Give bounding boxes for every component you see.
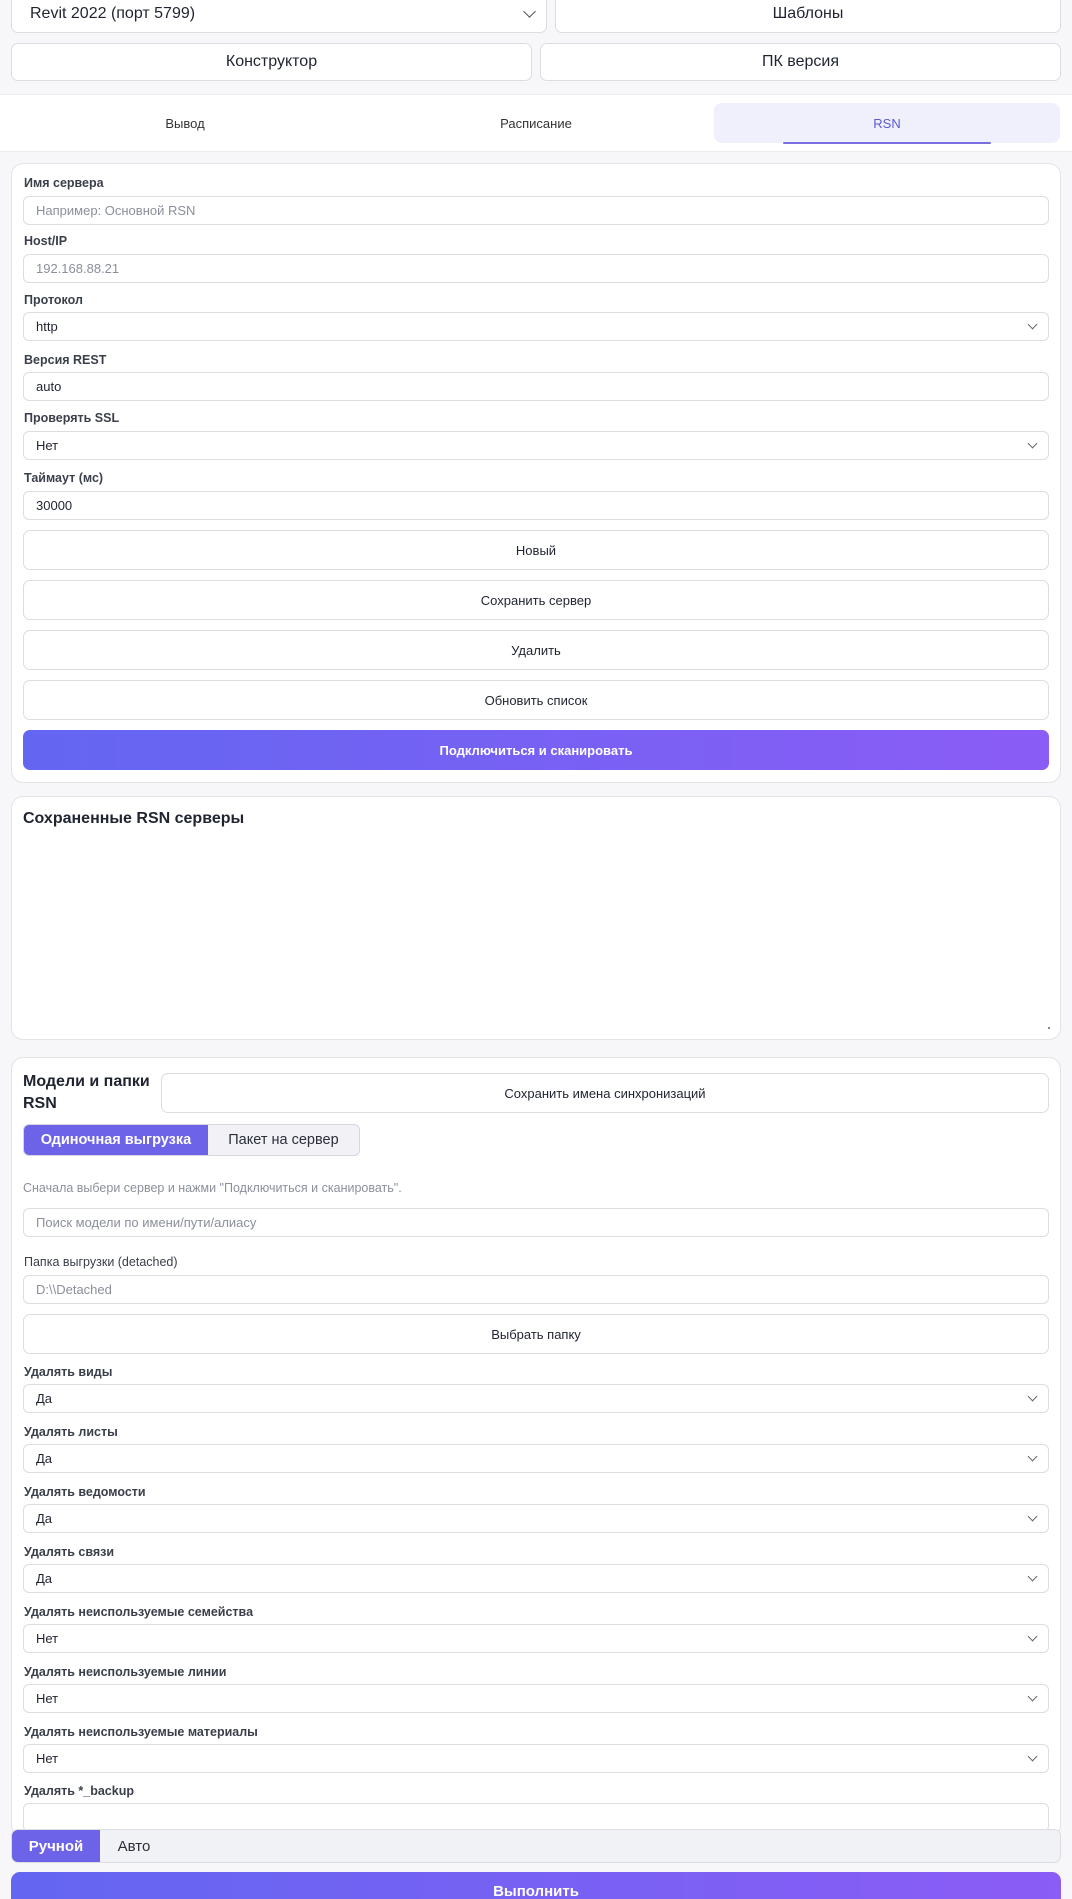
tab-output[interactable]: Вывод: [12, 103, 358, 143]
new-server-button[interactable]: Новый: [23, 530, 1049, 570]
chevron-down-icon: [1027, 1691, 1038, 1701]
models-title-line2: RSN: [23, 1095, 57, 1112]
chevron-down-icon: [1027, 1751, 1038, 1761]
option-value: Да: [36, 1391, 53, 1406]
server-name-input[interactable]: Например: Основной RSN: [23, 196, 1049, 225]
choose-folder-button[interactable]: Выбрать папку: [23, 1314, 1049, 1354]
mode-manual-button[interactable]: Ручной: [12, 1830, 100, 1862]
export-folder-value: D:\\Detached: [36, 1282, 112, 1297]
option-value: Да: [36, 1451, 53, 1466]
option-label: Удалять неиспользуемые материалы: [24, 1725, 258, 1739]
option-label: Удалять листы: [24, 1425, 118, 1439]
option-label: Удалять связи: [24, 1545, 115, 1559]
saved-servers-title: Сохраненные RSN серверы: [23, 810, 245, 827]
resize-handle[interactable]: [1048, 1027, 1050, 1029]
ssl-label: Проверять SSL: [24, 411, 120, 425]
export-folder-input[interactable]: D:\\Detached: [23, 1275, 1049, 1304]
rest-version-value: auto: [36, 379, 62, 394]
revit-version-value: Revit 2022 (порт 5799): [30, 5, 196, 22]
export-folder-label: Папка выгрузки (detached): [24, 1255, 178, 1269]
protocol-label: Протокол: [24, 293, 83, 307]
option-label: Удалять виды: [24, 1365, 113, 1379]
chevron-down-icon: [1027, 1631, 1038, 1641]
protocol-value: http: [36, 319, 58, 334]
constructor-button[interactable]: Конструктор: [11, 43, 532, 81]
mode-single-button[interactable]: Одиночная выгрузка: [24, 1125, 208, 1155]
delete-server-button[interactable]: Удалить: [23, 630, 1049, 670]
top-row-2: Конструктор ПК версия: [11, 43, 1061, 81]
delete-backup-select[interactable]: [23, 1803, 1049, 1832]
models-title-line1: Модели и папки: [23, 1073, 150, 1090]
model-search-input[interactable]: Поиск модели по имени/пути/алиасу: [23, 1208, 1049, 1237]
tab-rsn[interactable]: RSN: [714, 103, 1060, 144]
chevron-down-icon: [1027, 1511, 1038, 1521]
delete-sheets-select[interactable]: Да: [23, 1444, 1049, 1473]
option-label: Удалять *_backup: [24, 1784, 134, 1798]
model-search-placeholder: Поиск модели по имени/пути/алиасу: [36, 1215, 257, 1230]
run-button[interactable]: Выполнить: [11, 1872, 1061, 1899]
chevron-down-icon: [1027, 1451, 1038, 1461]
chevron-down-icon: [1027, 319, 1038, 329]
scan-hint: Сначала выбери сервер и нажми "Подключит…: [23, 1181, 402, 1195]
chevron-down-icon: [523, 5, 536, 18]
timeout-label: Таймаут (мс): [24, 471, 104, 485]
protocol-select[interactable]: http: [23, 312, 1049, 341]
delete-views-select[interactable]: Да: [23, 1384, 1049, 1413]
option-value: Да: [36, 1511, 53, 1526]
rest-version-label: Версия REST: [24, 353, 107, 367]
server-name-placeholder: Например: Основной RSN: [36, 203, 196, 218]
export-mode-toggle: Одиночная выгрузка Пакет на сервер: [23, 1124, 360, 1156]
pc-version-button[interactable]: ПК версия: [540, 43, 1061, 81]
models-panel: Модели и папки RSN Сохранить имена синхр…: [11, 1057, 1061, 1837]
ssl-select[interactable]: Нет: [23, 431, 1049, 460]
delete-unused-materials-select[interactable]: Нет: [23, 1744, 1049, 1773]
timeout-value: 30000: [36, 498, 73, 513]
option-value: Нет: [36, 1631, 59, 1646]
option-value: Нет: [36, 1751, 59, 1766]
server-name-label: Имя сервера: [24, 176, 104, 190]
host-label: Host/IP: [24, 234, 68, 248]
server-form-panel: Имя сервера Например: Основной RSN Host/…: [11, 163, 1061, 783]
chevron-down-icon: [1027, 438, 1038, 448]
revit-version-select[interactable]: Revit 2022 (порт 5799): [11, 0, 547, 33]
chevron-down-icon: [1027, 1391, 1038, 1401]
models-title: Модели и папки RSN: [23, 1071, 150, 1115]
option-value: Нет: [36, 1691, 59, 1706]
mode-auto-button[interactable]: Авто: [100, 1830, 168, 1862]
host-value: 192.168.88.21: [36, 261, 120, 276]
saved-servers-panel: Сохраненные RSN серверы: [11, 796, 1061, 1040]
top-row-1: Revit 2022 (порт 5799) Шаблоны: [11, 0, 1061, 33]
rest-version-input[interactable]: auto: [23, 372, 1049, 401]
delete-schedules-select[interactable]: Да: [23, 1504, 1049, 1533]
save-server-button[interactable]: Сохранить сервер: [23, 580, 1049, 620]
templates-button[interactable]: Шаблоны: [555, 0, 1061, 33]
ssl-value: Нет: [36, 438, 59, 453]
chevron-down-icon: [1027, 1571, 1038, 1581]
tab-bar: Вывод Расписание RSN: [0, 94, 1072, 152]
delete-unused-families-select[interactable]: Нет: [23, 1624, 1049, 1653]
option-label: Удалять неиспользуемые линии: [24, 1665, 227, 1679]
delete-unused-lines-select[interactable]: Нет: [23, 1684, 1049, 1713]
save-sync-names-button[interactable]: Сохранить имена синхронизаций: [161, 1073, 1049, 1113]
connect-scan-button[interactable]: Подключиться и сканировать: [23, 730, 1049, 770]
run-mode-toggle: Ручной Авто: [11, 1829, 1061, 1863]
refresh-list-button[interactable]: Обновить список: [23, 680, 1049, 720]
host-input[interactable]: 192.168.88.21: [23, 254, 1049, 283]
delete-links-select[interactable]: Да: [23, 1564, 1049, 1593]
option-value: Да: [36, 1571, 53, 1586]
option-label: Удалять неиспользуемые семейства: [24, 1605, 254, 1619]
mode-batch-button[interactable]: Пакет на сервер: [208, 1125, 359, 1155]
timeout-input[interactable]: 30000: [23, 491, 1049, 520]
option-label: Удалять ведомости: [24, 1485, 146, 1499]
tab-schedule[interactable]: Расписание: [363, 103, 709, 143]
